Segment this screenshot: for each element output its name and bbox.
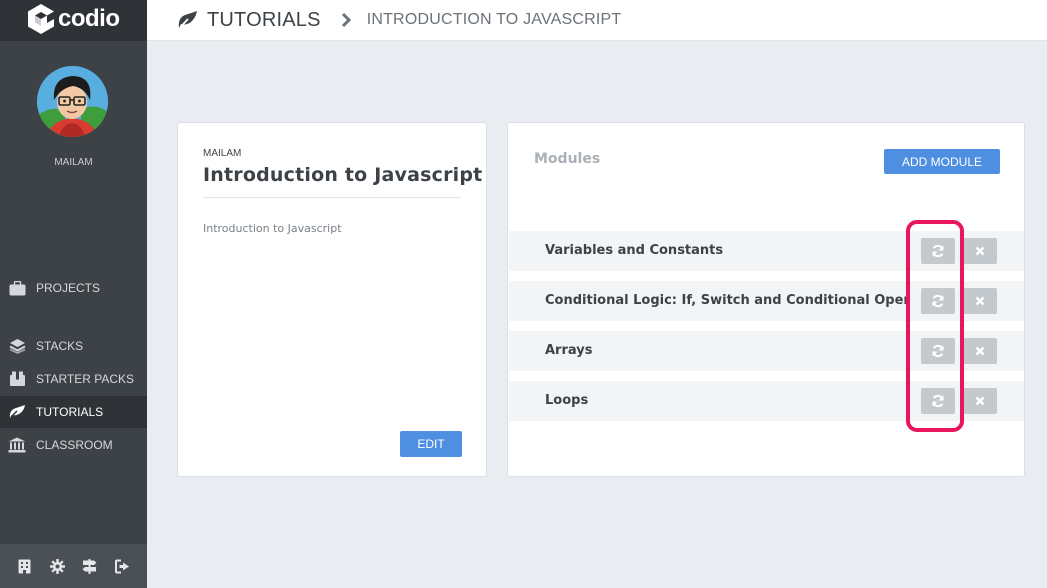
sidebar-item-classroom[interactable]: CLASSROOM: [0, 429, 147, 461]
codio-cube-icon: [28, 4, 54, 34]
module-name: Variables and Constants: [545, 243, 724, 258]
tutorial-description: Introduction to Javascript: [203, 222, 342, 235]
delete-button[interactable]: [963, 338, 997, 364]
delete-button[interactable]: [963, 238, 997, 264]
delete-button[interactable]: [963, 288, 997, 314]
brand-name: codio: [58, 5, 120, 32]
sidebar-item-projects[interactable]: PROJECTS: [0, 272, 147, 304]
add-module-button[interactable]: ADD MODULE: [884, 149, 1000, 174]
sidebar-item-stacks[interactable]: STACKS: [0, 330, 147, 362]
avatar[interactable]: [37, 66, 108, 137]
sidebar-item-label: STACKS: [36, 339, 84, 353]
institution-icon: [8, 436, 26, 454]
sidebar-item-label: PROJECTS: [36, 281, 101, 295]
sidebar-item-label: TUTORIALS: [36, 405, 104, 419]
avatar-image: [37, 66, 108, 137]
tutorial-card: MAILAM Introduction to Javascript Introd…: [177, 122, 487, 477]
gear-icon[interactable]: [49, 558, 65, 574]
codio-logo[interactable]: codio: [26, 3, 120, 35]
delete-button[interactable]: [963, 388, 997, 414]
sidebar-item-starter-packs[interactable]: STARTER PACKS: [0, 363, 147, 395]
logo-bar: codio: [0, 0, 147, 41]
modules-heading: Modules: [534, 151, 601, 167]
tutorial-owner: MAILAM: [203, 148, 242, 159]
username: MAILAM: [54, 157, 93, 168]
box-icon: [8, 370, 26, 388]
highlight-annotation: [906, 220, 964, 432]
breadcrumb-current-page: INTRODUCTION TO JAVASCRIPT: [366, 11, 622, 28]
module-name: Arrays: [545, 343, 593, 358]
chevron-right-icon: [341, 12, 351, 28]
breadcrumb-tutorials[interactable]: TUTORIALS: [207, 9, 321, 32]
tutorial-title: Introduction to Javascript: [203, 164, 483, 186]
close-icon: [975, 246, 985, 256]
sidebar: codio MAILAM PROJECTS STACKS STARTER PAC…: [0, 0, 147, 588]
module-name: Conditional Logic: If, Switch and Condit…: [545, 293, 907, 308]
briefcase-icon: [8, 279, 26, 297]
tutorial-icon: [178, 11, 197, 28]
sidebar-item-tutorials[interactable]: TUTORIALS: [0, 396, 147, 428]
sidebar-item-label: STARTER PACKS: [36, 372, 135, 386]
sidebar-item-label: CLASSROOM: [36, 438, 113, 452]
tutorial-icon: [8, 403, 26, 421]
edit-button[interactable]: EDIT: [400, 431, 462, 457]
close-icon: [975, 346, 985, 356]
sign-out-icon[interactable]: [115, 558, 131, 574]
signpost-icon[interactable]: [82, 558, 98, 574]
close-icon: [975, 396, 985, 406]
building-icon[interactable]: [16, 558, 32, 574]
sidebar-footer: [0, 544, 147, 588]
close-icon: [975, 296, 985, 306]
module-name: Loops: [545, 393, 589, 408]
divider: [203, 197, 461, 198]
breadcrumb: TUTORIALS INTRODUCTION TO JAVASCRIPT: [147, 0, 1047, 41]
layers-icon: [8, 337, 26, 355]
